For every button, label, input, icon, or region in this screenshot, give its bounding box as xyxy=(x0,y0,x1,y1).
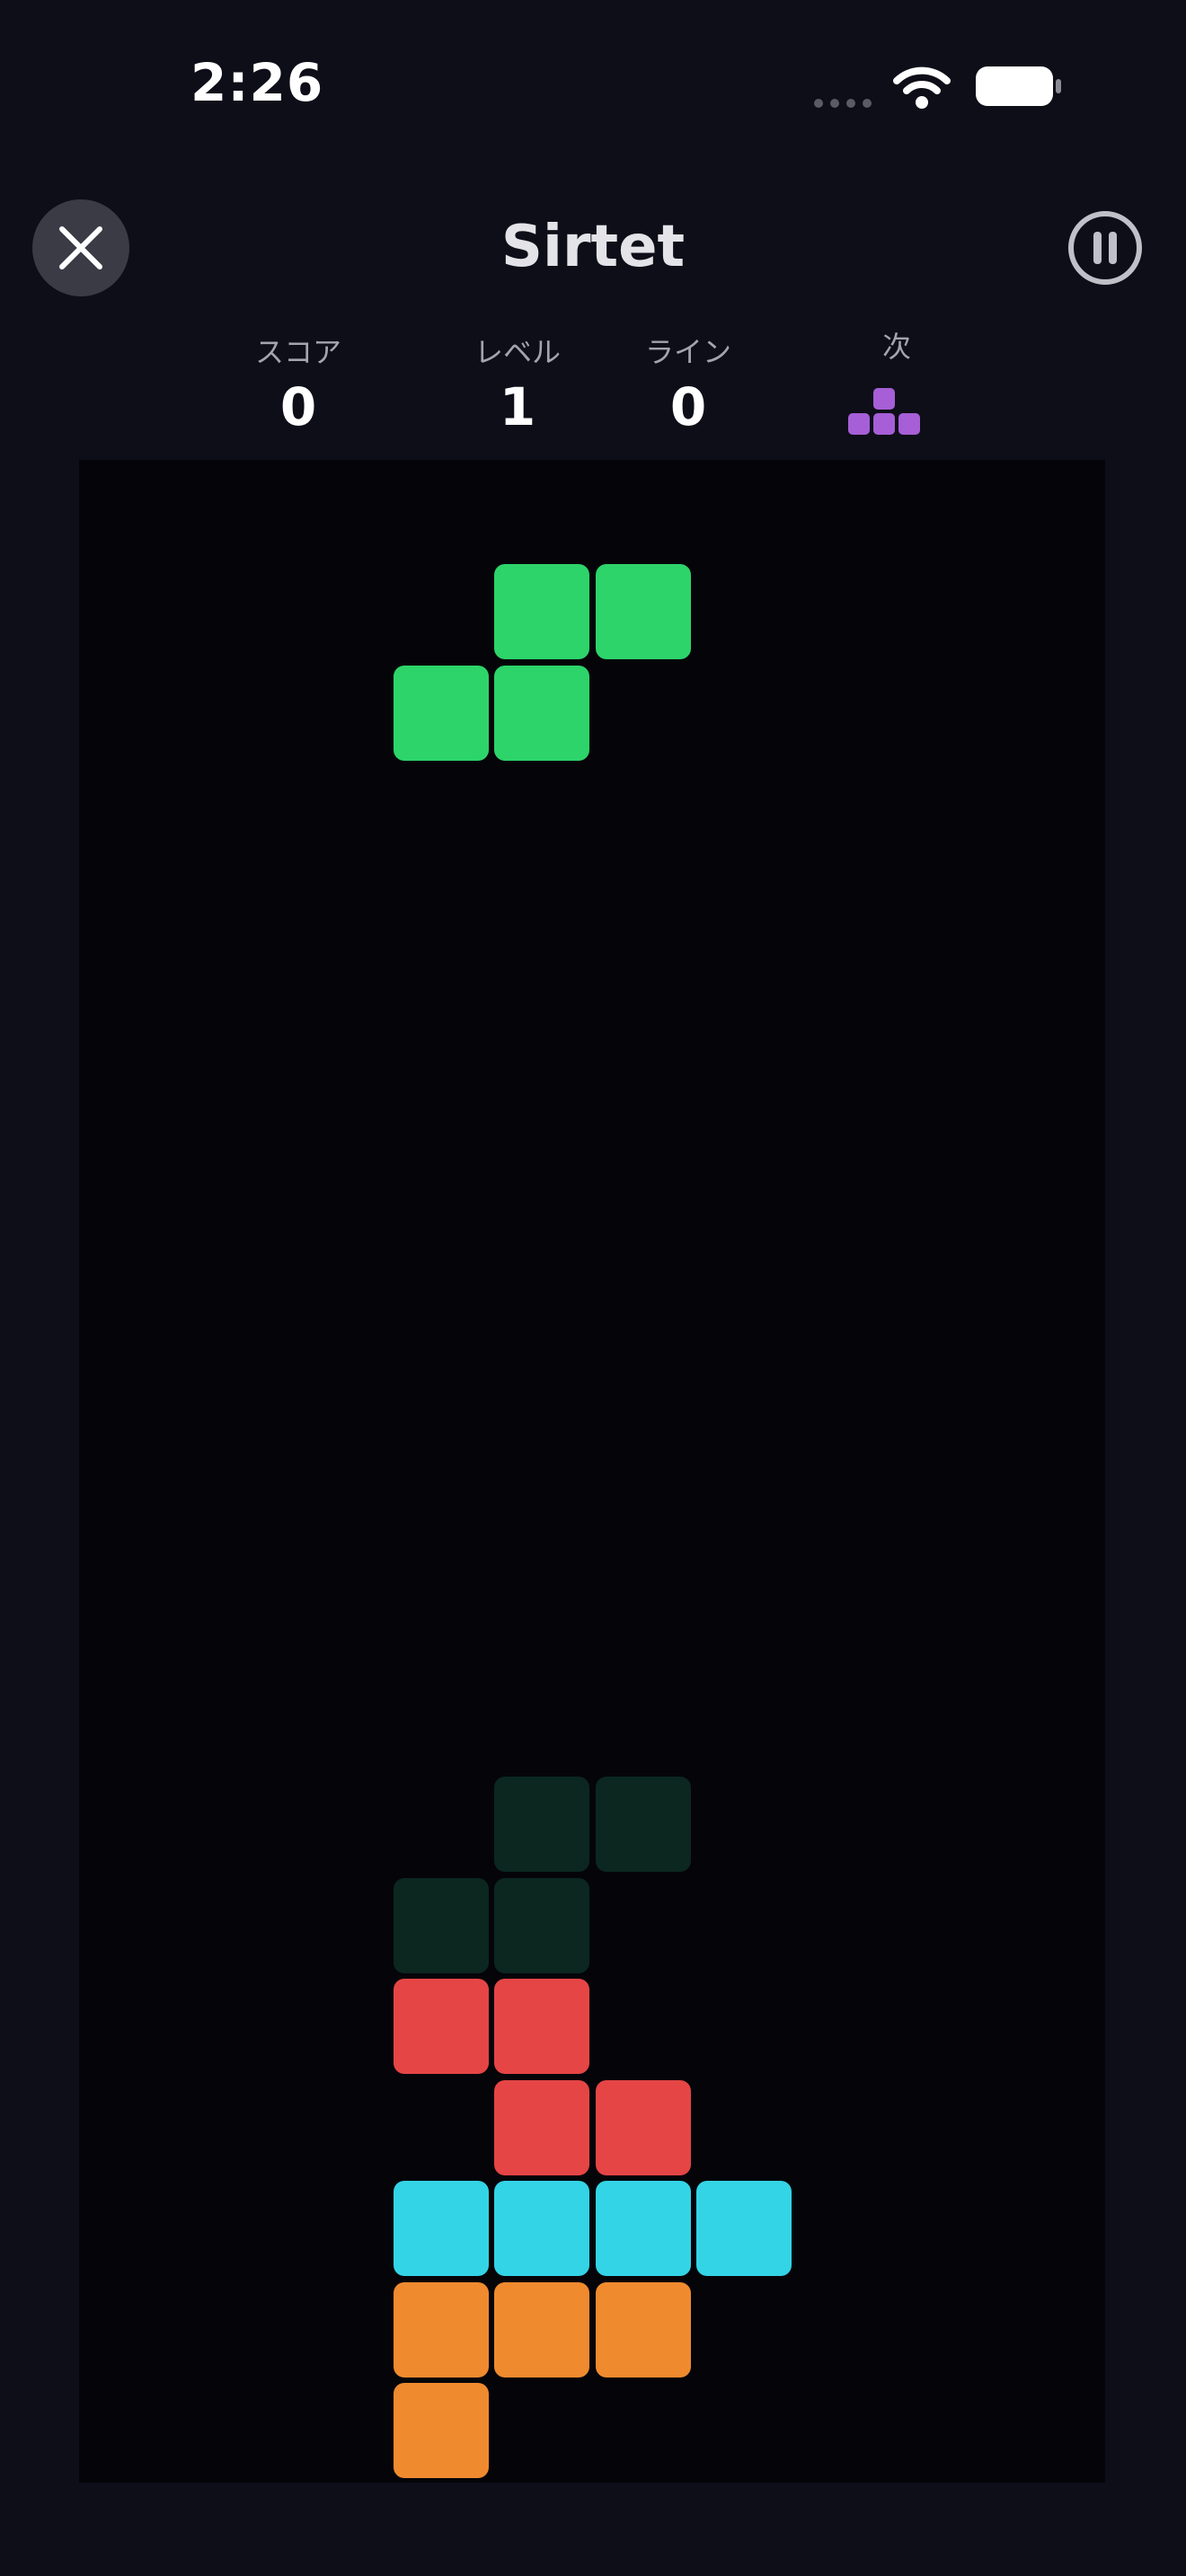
locked-cell-z xyxy=(393,1979,489,2074)
lines-value: 0 xyxy=(669,376,707,437)
score-label: スコア xyxy=(254,335,341,369)
game-title: Sirtet xyxy=(500,214,686,280)
active-piece-cell xyxy=(494,665,589,761)
locked-cell-l xyxy=(595,2281,691,2378)
ghost-piece-cell xyxy=(595,1777,691,1872)
locked-cell-l xyxy=(494,2281,589,2378)
locked-cell-l xyxy=(393,2383,489,2478)
score-stat: スコア 0 xyxy=(190,334,406,437)
battery-icon xyxy=(976,66,1061,106)
active-piece-cell xyxy=(393,665,489,761)
next-piece-cell xyxy=(898,413,920,435)
ghost-piece-cell xyxy=(393,1877,489,1973)
locked-cell-i xyxy=(595,2181,691,2276)
game-board[interactable] xyxy=(79,460,1105,2483)
locked-cell-z xyxy=(494,1979,589,2074)
pause-button[interactable] xyxy=(1066,208,1145,287)
active-piece-cell xyxy=(494,564,589,659)
lines-label: ライン xyxy=(644,335,731,369)
ghost-piece-cell xyxy=(494,1877,589,1973)
lines-stat: ライン 0 xyxy=(580,334,796,437)
locked-cell-z xyxy=(494,2079,589,2175)
ghost-piece-cell xyxy=(494,1777,589,1872)
locked-cell-i xyxy=(393,2181,489,2276)
next-piece-cell xyxy=(873,388,895,410)
status-time: 2:26 xyxy=(190,52,324,113)
active-piece-cell xyxy=(595,564,691,659)
score-value: 0 xyxy=(279,376,317,437)
locked-cell-i xyxy=(494,2181,589,2276)
cellular-signal-icon xyxy=(814,99,872,108)
next-piece-cell xyxy=(873,413,895,435)
next-piece-cell xyxy=(848,413,870,435)
next-label: 次 xyxy=(881,330,911,364)
locked-cell-l xyxy=(393,2281,489,2378)
pause-circle-icon xyxy=(1068,211,1142,285)
next-piece-preview xyxy=(845,384,925,438)
game-screen: 2:26 Sirtet スコア 0 レベル 1 ライン 0 次 xyxy=(0,0,1186,2576)
locked-cell-i xyxy=(696,2181,792,2276)
locked-cell-z xyxy=(595,2079,691,2175)
next-stat: 次 xyxy=(789,329,1005,365)
wifi-icon xyxy=(893,66,951,109)
